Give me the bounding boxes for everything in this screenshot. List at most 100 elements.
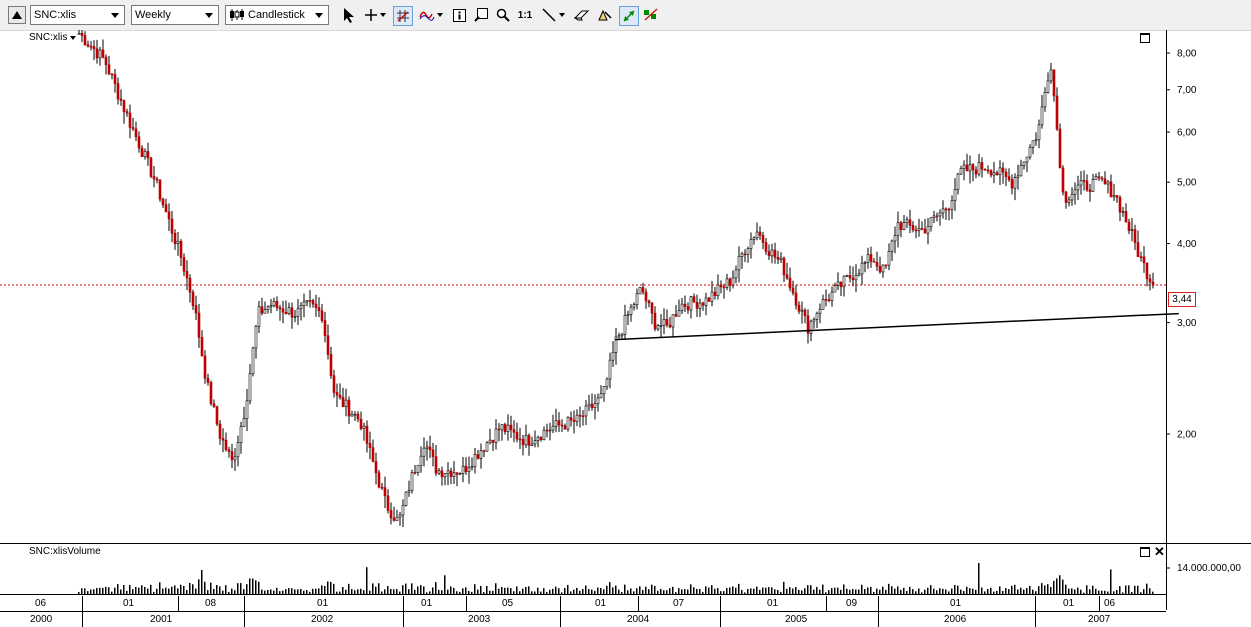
candle-body [755,231,759,239]
candle-body [245,400,249,419]
volume-bar [330,581,332,594]
candle-body [611,352,615,361]
candle-body [1052,69,1056,97]
eraser-icon[interactable] [573,6,591,24]
candle-body [575,414,579,422]
volume-bar [885,589,887,594]
volume-bar [510,588,512,594]
volume-bar [993,591,995,594]
chart-canvas[interactable]: 8,00 7,00 6,00 5,00 4,00 3,00 2,00 14.000.000,… [0,30,1251,627]
candle-body [368,443,372,448]
candle-body [566,417,570,430]
autoscale-icon[interactable] [619,6,639,26]
volume-bar [417,586,419,594]
grid-icon[interactable] [393,6,413,26]
candle-body [386,495,390,511]
volume-bar [105,586,107,594]
chart-props-icon[interactable] [642,6,660,24]
candle-body [824,299,828,301]
collapse-toolbar-button[interactable] [8,6,26,24]
volume-bar [471,591,473,594]
candle-body [404,491,408,506]
candle-body [1076,184,1080,191]
volume-bar [1095,588,1097,594]
zoom-box-icon[interactable] [472,6,490,24]
collapse-icon [12,11,22,19]
volume-bar [522,588,524,594]
volume-bar [507,587,509,594]
volume-bar [204,581,206,594]
volume-bar [186,590,188,594]
candle-body [548,429,552,432]
chart-style-select[interactable]: Candlestick [225,5,329,25]
period-select[interactable]: Weekly [131,5,219,25]
zoom-icon[interactable] [494,6,512,24]
candle-body [230,451,234,461]
volume-bar [834,587,836,594]
month-label: 08 [205,598,217,609]
volume-bar [252,578,254,594]
draw-tools-icon[interactable] [596,6,614,24]
chart-area[interactable]: 8,00 7,00 6,00 5,00 4,00 3,00 2,00 14.000.000,… [0,30,1251,627]
dropdown-icon[interactable] [435,6,445,24]
volume-bar [1029,585,1031,594]
chart-style-value: Candlestick [248,9,305,21]
volume-bar [213,588,215,594]
ratio-button[interactable]: 1:1 [516,6,534,24]
volume-bar [675,592,677,594]
candle-body [959,168,963,175]
symbol-select[interactable]: SNC:xlis [30,5,125,25]
dropdown-icon[interactable] [378,6,388,24]
volume-bar [1074,589,1076,594]
volume-bar [1080,589,1082,594]
dropdown-icon[interactable] [557,6,567,24]
volume-bar [663,590,665,594]
volume-bar [429,591,431,594]
candle-body [128,112,132,128]
maximize-price-pane-button[interactable] [1140,33,1150,43]
maximize-volume-pane-button[interactable] [1140,547,1150,557]
trendline[interactable] [614,312,1179,341]
volume-bar [1077,587,1079,594]
volume-bar [939,588,941,594]
volume-bar [540,591,542,594]
volume-bar [456,591,458,594]
candle-body [881,264,885,273]
month-label: 09 [846,598,858,609]
month-label: 01 [595,598,607,609]
candle-body [77,33,81,35]
volume-bar [618,589,620,594]
price-pane-title[interactable]: SNC:xlis [29,32,77,43]
candle-body [122,100,126,112]
volume-bar [624,584,626,594]
year-label: 2002 [311,614,334,625]
candle-body [398,514,402,518]
indicator-icon[interactable] [418,6,436,24]
candle-body [647,300,651,304]
close-volume-pane-icon[interactable]: ✕ [1154,545,1165,558]
volume-bar [903,587,905,594]
info-icon[interactable] [450,6,468,24]
volume-bar [444,575,446,594]
trendline-icon[interactable] [540,6,558,24]
candle-body [320,310,324,321]
candle-body [791,287,795,294]
candle-body [455,472,459,475]
candle-body [182,257,186,272]
candle-body [131,127,135,130]
volume-bar [219,586,221,594]
volume-bar [87,591,89,594]
volume-bar [1125,585,1127,594]
candle-body [221,438,225,441]
volume-bar [789,587,791,594]
volume-bar [738,583,740,594]
volume-bar [249,578,251,594]
volume-bar [840,589,842,594]
volume-bar [810,585,812,594]
candle-body [851,277,855,281]
candle-body [509,424,513,430]
candle-body [179,240,183,258]
candle-body [869,254,873,262]
candle-body [884,264,888,267]
cursor-icon[interactable] [340,6,358,24]
